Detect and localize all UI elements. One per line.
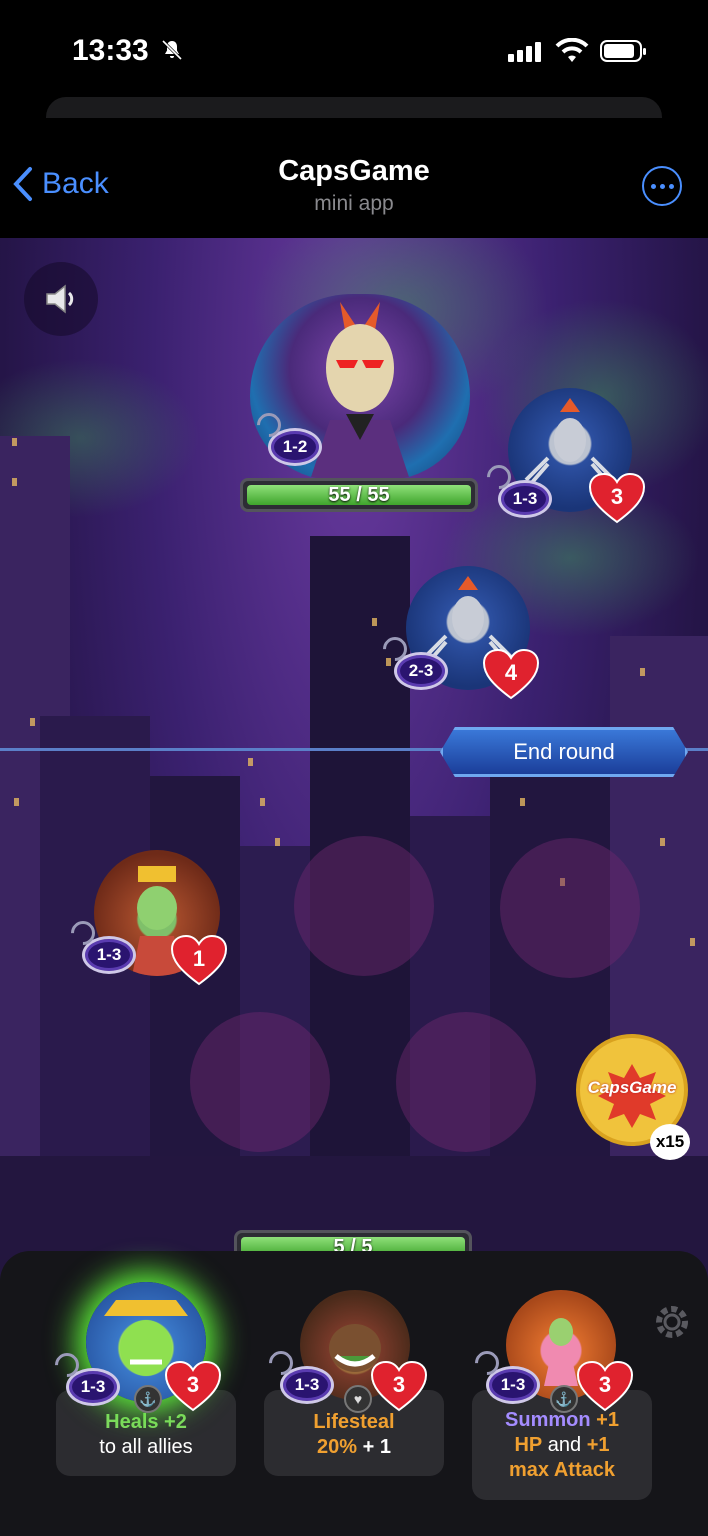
boss-level-badge: 1-2 bbox=[268, 428, 322, 466]
ability-percent: 20% bbox=[317, 1436, 358, 1458]
spider-top-health: 3 bbox=[588, 472, 646, 524]
ability-highlight: Summon bbox=[505, 1409, 591, 1431]
ability-text: to all allies bbox=[99, 1436, 193, 1458]
bell-muted-icon bbox=[161, 39, 183, 61]
ally-level-badge: 1-3 bbox=[82, 936, 136, 974]
hand-card-1-level: 1-3 bbox=[66, 1368, 120, 1406]
hand-card-3-level: 1-3 bbox=[486, 1366, 540, 1404]
boss-hp-bar: 55 / 55 bbox=[240, 478, 478, 512]
empty-slot[interactable] bbox=[190, 1012, 330, 1152]
wifi-icon bbox=[555, 38, 589, 62]
battery-icon bbox=[600, 40, 646, 62]
ally-health: 1 bbox=[170, 934, 228, 986]
spider-mid-health: 4 bbox=[482, 648, 540, 700]
anchor-icon: ⚓ bbox=[550, 1385, 578, 1413]
ability-hp: HP bbox=[514, 1434, 543, 1456]
ability-bonus: + 1 bbox=[357, 1436, 391, 1458]
empty-slot[interactable] bbox=[396, 1012, 536, 1152]
status-bar: 13:33 bbox=[0, 0, 708, 100]
hand-card-1-health: 3 bbox=[164, 1360, 222, 1412]
ability-attack: max Attack bbox=[509, 1459, 615, 1481]
gear-icon[interactable] bbox=[650, 1300, 694, 1344]
page-subtitle: mini app bbox=[314, 192, 394, 215]
spider-top-level-badge: 1-3 bbox=[498, 480, 552, 518]
speaker-icon bbox=[46, 284, 74, 314]
ability-bonus: +1 bbox=[590, 1409, 619, 1431]
ability-and: and bbox=[542, 1434, 587, 1456]
ability-highlight: Heals +2 bbox=[105, 1411, 187, 1433]
page-title: CapsGame bbox=[278, 155, 430, 187]
hand-card-3-health: 3 bbox=[576, 1360, 634, 1412]
hand-card-2-level: 1-3 bbox=[280, 1366, 334, 1404]
empty-slot[interactable] bbox=[294, 836, 434, 976]
anchor-icon: ⚓ bbox=[134, 1385, 162, 1413]
ability-attack-bonus: +1 bbox=[586, 1434, 610, 1456]
hand-card-2-health: 3 bbox=[370, 1360, 428, 1412]
ability-highlight: Lifesteal bbox=[313, 1411, 395, 1433]
status-time: 13:33 bbox=[72, 34, 149, 67]
lifesteal-icon: ♥ bbox=[344, 1385, 372, 1413]
boss-hp-text: 55 / 55 bbox=[247, 484, 471, 506]
end-round-button[interactable]: End round bbox=[440, 727, 688, 777]
more-options-button[interactable] bbox=[642, 166, 682, 206]
caps-count-badge: x15 bbox=[650, 1124, 690, 1160]
spider-mid-level-badge: 2-3 bbox=[394, 652, 448, 690]
sound-toggle-button[interactable] bbox=[24, 262, 98, 336]
empty-slot[interactable] bbox=[500, 838, 640, 978]
caps-logo-text: CapsGame bbox=[587, 1078, 677, 1097]
